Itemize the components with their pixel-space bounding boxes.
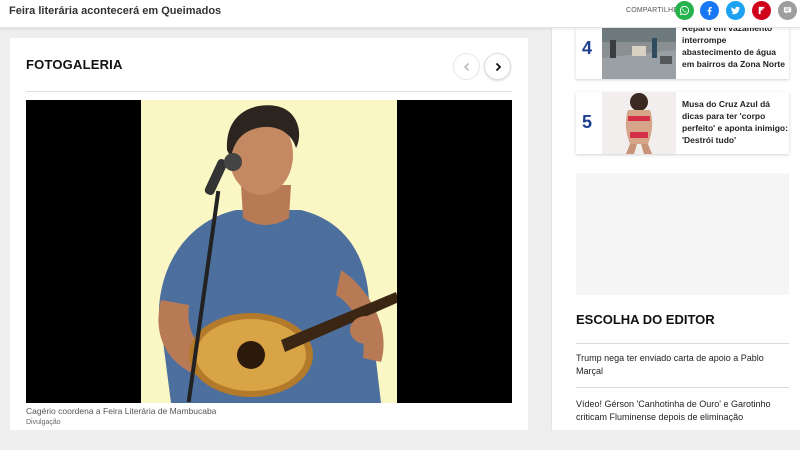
facebook-share-button[interactable] <box>700 1 719 20</box>
divider <box>576 343 789 344</box>
share-label: COMPARTILHE <box>626 7 679 14</box>
comment-icon <box>783 7 792 14</box>
rank-number: 5 <box>582 112 593 132</box>
photo-credit: Divulgação <box>26 419 61 426</box>
most-read-headline: Reparo em vazamento interrompe abastecim… <box>682 23 785 69</box>
gallery-next-button[interactable] <box>484 53 511 80</box>
page-bottom-strip <box>0 430 800 450</box>
divider <box>576 387 789 388</box>
gallery-prev-button[interactable] <box>453 53 480 80</box>
most-read-item[interactable]: 4 Reparo em vazamento interrompe abastec… <box>576 23 789 79</box>
editor-pick-title: ESCOLHA DO EDITOR <box>576 312 715 327</box>
most-read-headline: Musa do Cruz Azul dá dicas para ter 'cor… <box>682 99 788 145</box>
whatsapp-icon <box>679 5 690 16</box>
twitter-share-button[interactable] <box>726 1 745 20</box>
flipboard-share-button[interactable] <box>752 1 771 20</box>
photo-gallery: FOTOGALERIA Cagério coordena a Feira Lit… <box>10 38 528 430</box>
fitness-model-image <box>602 92 676 154</box>
editor-pick-item[interactable]: Vídeo! Gérson 'Canhotinha de Ouro' e Gar… <box>576 398 789 424</box>
twitter-icon <box>730 6 741 15</box>
sidebar: 4 Reparo em vazamento interrompe abastec… <box>552 23 800 450</box>
chevron-left-icon <box>463 62 469 71</box>
comments-button[interactable] <box>778 1 797 20</box>
ad-placeholder <box>576 173 789 295</box>
gallery-title: FOTOGALERIA <box>26 57 123 72</box>
gallery-photo-frame[interactable] <box>26 100 512 403</box>
gallery-photo <box>141 100 397 403</box>
top-share-bar: Feira literária acontecerá em Queimados … <box>0 0 800 28</box>
whatsapp-share-button[interactable] <box>675 1 694 20</box>
gallery-divider <box>26 91 512 92</box>
chevron-right-icon <box>495 62 501 71</box>
flipboard-icon <box>758 6 765 15</box>
most-read-thumbnail <box>602 92 676 154</box>
photo-caption: Cagério coordena a Feira Literária de Ma… <box>26 406 217 416</box>
facebook-icon <box>707 6 712 16</box>
rank-number: 4 <box>582 38 593 58</box>
article-title: Feira literária acontecerá em Queimados <box>9 5 222 17</box>
musician-with-guitar-image <box>141 100 397 403</box>
editor-pick-item[interactable]: Trump nega ter enviado carta de apoio a … <box>576 352 789 378</box>
most-read-item[interactable]: 5 Musa do Cruz Azul dá dicas para ter 'c… <box>576 92 789 154</box>
most-read-thumbnail <box>602 28 676 79</box>
street-repair-image <box>602 28 676 79</box>
